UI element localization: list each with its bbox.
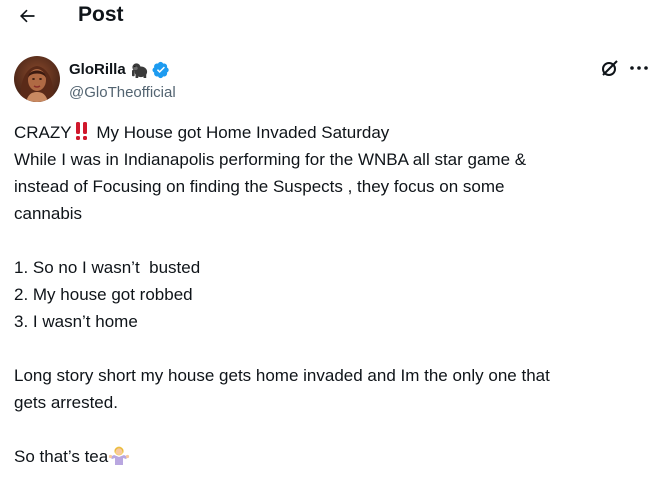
tweet-line-1-suffix: My House got Home Invaded Saturday bbox=[91, 123, 390, 142]
page-title: Post bbox=[78, 3, 124, 26]
verified-badge-icon bbox=[152, 61, 169, 79]
tweet-line: gets arrested. bbox=[14, 393, 118, 412]
woman-shrugging-emoji bbox=[109, 446, 130, 465]
list-item: 3. I wasn’t home bbox=[14, 312, 138, 331]
tweet-line-1-prefix: CRAZY bbox=[14, 123, 72, 142]
double-exclamation-emoji bbox=[75, 122, 87, 140]
list-item: 1. So no I wasn’t busted bbox=[14, 258, 201, 277]
tweet-line: So that’s tea bbox=[14, 443, 650, 470]
arrow-left-icon bbox=[20, 9, 35, 23]
avatar[interactable] bbox=[14, 56, 60, 102]
display-name[interactable]: GloRilla bbox=[69, 60, 126, 80]
back-button[interactable] bbox=[14, 4, 40, 28]
user-handle[interactable]: @GloTheofficial bbox=[69, 83, 176, 103]
gorilla-emoji bbox=[131, 63, 147, 78]
tweet-line: cannabis bbox=[14, 204, 83, 223]
grok-icon[interactable] bbox=[600, 58, 620, 78]
tweet-line: Long story short my house gets home inva… bbox=[14, 366, 550, 385]
avatar-image bbox=[14, 56, 60, 102]
tweet-line: instead of Focusing on finding the Suspe… bbox=[14, 177, 505, 196]
tweet-text: CRAZY My House got Home Invaded Saturday… bbox=[14, 119, 650, 470]
author-row: GloRilla @GloTheofficial bbox=[14, 56, 654, 106]
more-dots-icon[interactable] bbox=[628, 58, 650, 78]
tweet-line: CRAZY My House got Home Invaded Saturday bbox=[14, 119, 650, 146]
closing-text: So that’s tea bbox=[14, 447, 109, 466]
post-header: Post bbox=[0, 0, 662, 32]
list-item: 2. My house got robbed bbox=[14, 285, 193, 304]
tweet-line: While I was in Indianapolis performing f… bbox=[14, 150, 527, 169]
